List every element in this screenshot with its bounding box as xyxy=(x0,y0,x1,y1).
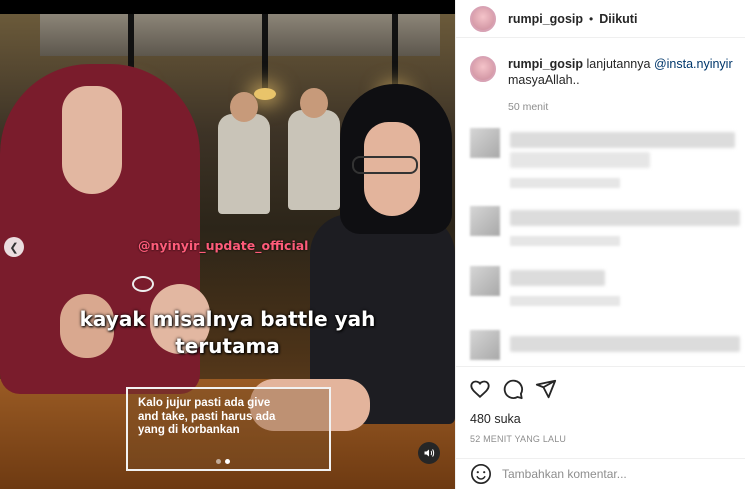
caption-mention-link[interactable]: @insta.nyinyir xyxy=(654,57,733,71)
video-caption-line1: kayak misalnya battle yah xyxy=(79,307,376,331)
comment-avatar xyxy=(470,206,500,236)
emoji-icon xyxy=(471,464,491,484)
post-caption: rumpi_gosip lanjutannya @insta.nyinyir m… xyxy=(470,56,740,88)
post-actions xyxy=(456,366,745,416)
share-button[interactable] xyxy=(535,378,557,400)
like-button[interactable] xyxy=(469,378,491,400)
person-right xyxy=(290,84,455,424)
speaker-icon xyxy=(424,449,435,457)
audio-toggle-button[interactable] xyxy=(418,442,440,464)
post-dialog: @nyinyir_update_official kayak misalnya … xyxy=(0,0,745,489)
comment-button[interactable] xyxy=(502,378,524,400)
previous-slide-button[interactable]: ❮ xyxy=(4,237,24,257)
following-button[interactable]: Diikuti xyxy=(599,12,637,26)
add-comment-bar xyxy=(456,458,745,489)
emoji-button[interactable] xyxy=(470,463,492,485)
carousel-dot xyxy=(216,459,221,464)
author-avatar[interactable] xyxy=(470,5,496,32)
post-side-panel: rumpi_gosip • Diikuti rumpi_gosip lanjut… xyxy=(455,0,745,489)
header-separator: • xyxy=(589,11,594,26)
comment-icon xyxy=(503,379,523,400)
caption-text-cont: masyaAllah.. xyxy=(508,73,580,87)
share-icon xyxy=(535,379,557,399)
comment-avatar xyxy=(470,330,500,360)
author-username[interactable]: rumpi_gosip xyxy=(508,12,583,26)
caption-avatar[interactable] xyxy=(470,56,496,82)
comment-avatar xyxy=(470,128,500,158)
caption-username[interactable]: rumpi_gosip xyxy=(508,57,583,71)
post-header: rumpi_gosip • Diikuti xyxy=(456,0,745,38)
video-caption-line2: terutama xyxy=(175,334,280,358)
caption-timestamp: 50 menit xyxy=(508,101,549,113)
caption-text: lanjutannya xyxy=(586,57,651,71)
video-watermark: @nyinyir_update_official xyxy=(138,238,309,253)
post-timestamp: 52 MENIT YANG LALU xyxy=(470,434,567,444)
carousel-dot-active xyxy=(225,459,230,464)
comment-input[interactable] xyxy=(502,467,702,481)
video-subtitle-text: Kalo jujur pasti ada give and take, past… xyxy=(138,397,276,436)
post-media[interactable]: @nyinyir_update_official kayak misalnya … xyxy=(0,0,455,489)
heart-icon xyxy=(470,380,490,399)
comment-avatar xyxy=(470,266,500,296)
chevron-left-icon: ❮ xyxy=(9,241,19,254)
likes-count[interactable]: 480 suka xyxy=(470,412,521,426)
carousel-dots xyxy=(216,459,230,464)
